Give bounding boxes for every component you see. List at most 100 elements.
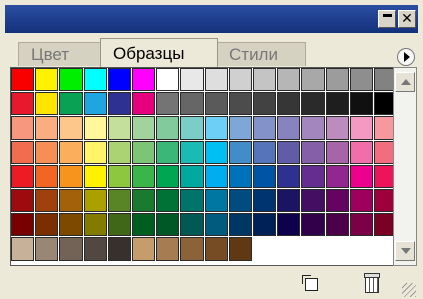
color-swatch[interactable] bbox=[83, 164, 107, 188]
color-swatch[interactable] bbox=[180, 140, 204, 164]
color-swatch[interactable] bbox=[59, 213, 83, 237]
color-swatch[interactable] bbox=[228, 164, 252, 188]
trash-icon[interactable] bbox=[361, 271, 381, 293]
color-swatch[interactable] bbox=[11, 237, 35, 261]
close-icon[interactable]: ✕ bbox=[398, 10, 416, 28]
color-swatch[interactable] bbox=[35, 164, 59, 188]
color-swatch[interactable] bbox=[277, 140, 301, 164]
color-swatch[interactable] bbox=[11, 68, 35, 92]
color-swatch[interactable] bbox=[132, 140, 156, 164]
color-swatch[interactable] bbox=[11, 189, 35, 213]
color-swatch[interactable] bbox=[277, 116, 301, 140]
color-swatch[interactable] bbox=[349, 213, 373, 237]
color-swatch[interactable] bbox=[204, 68, 228, 92]
color-swatch[interactable] bbox=[180, 189, 204, 213]
new-swatch-icon[interactable] bbox=[301, 273, 319, 291]
color-swatch[interactable] bbox=[107, 116, 131, 140]
color-swatch[interactable] bbox=[156, 116, 180, 140]
color-swatch[interactable] bbox=[301, 116, 325, 140]
color-swatch[interactable] bbox=[301, 140, 325, 164]
color-swatch[interactable] bbox=[180, 164, 204, 188]
color-swatch[interactable] bbox=[11, 140, 35, 164]
color-swatch[interactable] bbox=[83, 189, 107, 213]
color-swatch[interactable] bbox=[132, 213, 156, 237]
resize-grip-icon[interactable] bbox=[402, 283, 416, 297]
color-swatch[interactable] bbox=[374, 140, 393, 164]
color-swatch[interactable] bbox=[253, 140, 277, 164]
color-swatch[interactable] bbox=[107, 92, 131, 116]
color-swatch[interactable] bbox=[277, 189, 301, 213]
color-swatch[interactable] bbox=[301, 164, 325, 188]
color-swatch[interactable] bbox=[180, 68, 204, 92]
color-swatch[interactable] bbox=[59, 164, 83, 188]
color-swatch[interactable] bbox=[204, 140, 228, 164]
panel-menu-arrow-icon[interactable] bbox=[397, 48, 415, 66]
color-swatch[interactable] bbox=[325, 140, 349, 164]
color-swatch[interactable] bbox=[11, 213, 35, 237]
scroll-up-arrow-icon[interactable] bbox=[395, 72, 415, 92]
color-swatch[interactable] bbox=[374, 189, 393, 213]
color-swatch[interactable] bbox=[107, 164, 131, 188]
scroll-down-arrow-icon[interactable] bbox=[395, 241, 415, 261]
color-swatch[interactable] bbox=[349, 92, 373, 116]
color-swatch[interactable] bbox=[180, 237, 204, 261]
color-swatch[interactable] bbox=[277, 213, 301, 237]
color-swatch[interactable] bbox=[228, 140, 252, 164]
color-swatch[interactable] bbox=[325, 213, 349, 237]
color-swatch[interactable] bbox=[253, 92, 277, 116]
color-swatch[interactable] bbox=[204, 92, 228, 116]
color-swatch[interactable] bbox=[59, 92, 83, 116]
color-swatch[interactable] bbox=[59, 189, 83, 213]
color-swatch[interactable] bbox=[374, 68, 393, 92]
color-swatch[interactable] bbox=[107, 68, 131, 92]
color-swatch[interactable] bbox=[83, 140, 107, 164]
tab-styles[interactable]: Стили bbox=[216, 42, 306, 66]
color-swatch[interactable] bbox=[228, 116, 252, 140]
color-swatch[interactable] bbox=[301, 189, 325, 213]
color-swatch[interactable] bbox=[83, 68, 107, 92]
color-swatch[interactable] bbox=[228, 237, 252, 261]
color-swatch[interactable] bbox=[253, 116, 277, 140]
color-swatch[interactable] bbox=[59, 237, 83, 261]
color-swatch[interactable] bbox=[156, 213, 180, 237]
color-swatch[interactable] bbox=[325, 68, 349, 92]
color-swatch[interactable] bbox=[349, 189, 373, 213]
color-swatch[interactable] bbox=[83, 116, 107, 140]
color-swatch[interactable] bbox=[156, 189, 180, 213]
minimize-icon[interactable] bbox=[378, 10, 396, 28]
color-swatch[interactable] bbox=[156, 92, 180, 116]
color-swatch[interactable] bbox=[204, 189, 228, 213]
color-swatch[interactable] bbox=[204, 164, 228, 188]
color-swatch[interactable] bbox=[301, 92, 325, 116]
color-swatch[interactable] bbox=[374, 116, 393, 140]
color-swatch[interactable] bbox=[107, 237, 131, 261]
color-swatch[interactable] bbox=[253, 189, 277, 213]
color-swatch[interactable] bbox=[132, 164, 156, 188]
color-swatch[interactable] bbox=[349, 164, 373, 188]
color-swatch[interactable] bbox=[35, 189, 59, 213]
color-swatch[interactable] bbox=[253, 164, 277, 188]
color-swatch[interactable] bbox=[83, 92, 107, 116]
color-swatch[interactable] bbox=[156, 164, 180, 188]
color-swatch[interactable] bbox=[301, 68, 325, 92]
color-swatch[interactable] bbox=[228, 213, 252, 237]
color-swatch[interactable] bbox=[204, 237, 228, 261]
color-swatch[interactable] bbox=[35, 68, 59, 92]
color-swatch[interactable] bbox=[156, 140, 180, 164]
color-swatch[interactable] bbox=[228, 189, 252, 213]
color-swatch[interactable] bbox=[132, 92, 156, 116]
color-swatch[interactable] bbox=[107, 189, 131, 213]
color-swatch[interactable] bbox=[107, 213, 131, 237]
color-swatch[interactable] bbox=[349, 140, 373, 164]
color-swatch[interactable] bbox=[180, 92, 204, 116]
color-swatch[interactable] bbox=[277, 92, 301, 116]
color-swatch[interactable] bbox=[35, 92, 59, 116]
color-swatch[interactable] bbox=[374, 164, 393, 188]
color-swatch[interactable] bbox=[349, 116, 373, 140]
color-swatch[interactable] bbox=[325, 164, 349, 188]
color-swatch[interactable] bbox=[374, 213, 393, 237]
color-swatch[interactable] bbox=[59, 68, 83, 92]
color-swatch[interactable] bbox=[59, 116, 83, 140]
tab-swatches[interactable]: Образцы bbox=[100, 38, 218, 67]
color-swatch[interactable] bbox=[132, 68, 156, 92]
